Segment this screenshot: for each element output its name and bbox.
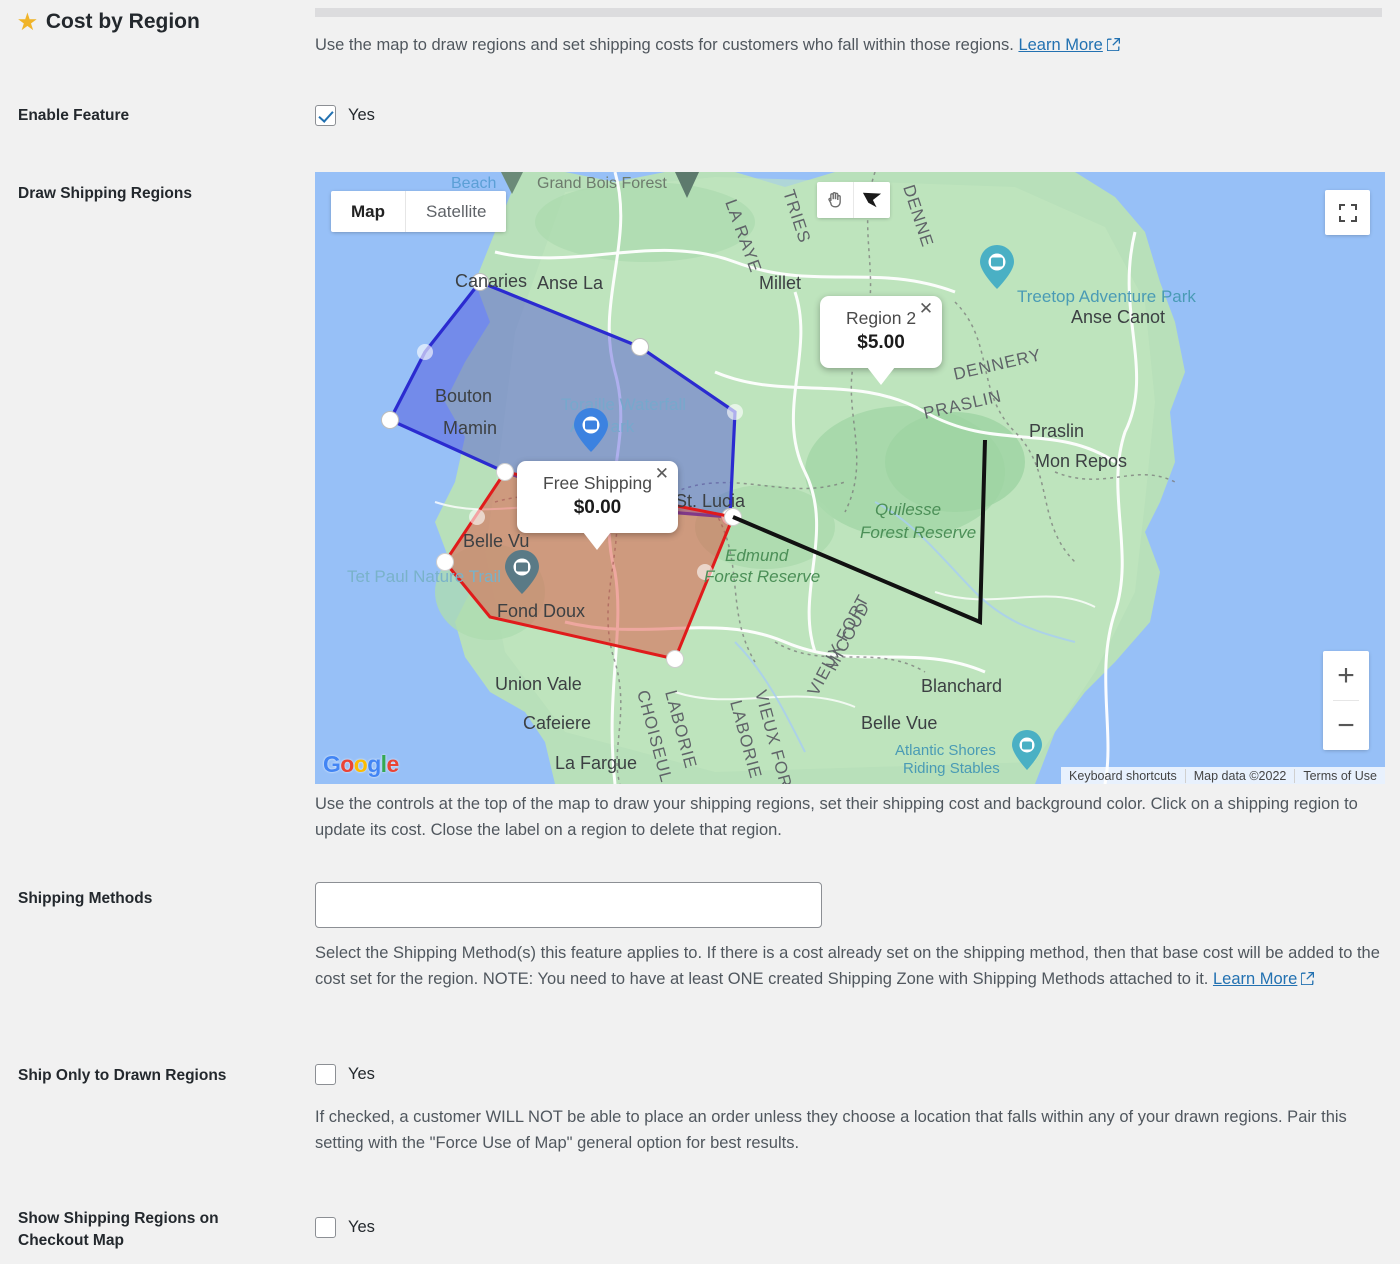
svg-text:Belle Vu: Belle Vu xyxy=(463,531,529,551)
enable-feature-checkbox-label: Yes xyxy=(348,106,375,124)
ship-only-drawn-regions-checkbox-label: Yes xyxy=(348,1065,375,1083)
page-title-text: Cost by Region xyxy=(45,10,200,33)
svg-text:Belle Vue: Belle Vue xyxy=(861,713,937,733)
shipping-regions-map[interactable]: Beach Grand Bois Forest Canaries Anse La… xyxy=(315,172,1385,784)
svg-text:Riding Stables: Riding Stables xyxy=(903,760,1000,777)
shipping-methods-label: Shipping Methods xyxy=(18,890,153,907)
intro-text: Use the map to draw regions and set ship… xyxy=(315,36,1014,54)
map-type-satellite-button[interactable]: Satellite xyxy=(406,191,506,232)
show-regions-checkout-checkbox-label: Yes xyxy=(348,1218,375,1236)
svg-text:Praslin: Praslin xyxy=(1029,421,1084,441)
svg-text:Blanchard: Blanchard xyxy=(921,676,1002,696)
page-title: ★ Cost by Region xyxy=(18,10,200,34)
pan-hand-icon[interactable] xyxy=(817,182,853,218)
svg-text:Quilesse: Quilesse xyxy=(875,500,941,519)
svg-text:Cafeiere: Cafeiere xyxy=(523,713,591,733)
ship-only-drawn-regions-field: Yes xyxy=(315,1064,375,1085)
enable-feature-label: Enable Feature xyxy=(18,107,130,124)
drawing-tools-control[interactable] xyxy=(817,182,890,218)
star-icon: ★ xyxy=(18,10,37,34)
show-regions-checkout-checkbox-wrap[interactable]: Yes xyxy=(315,1217,375,1238)
shipping-methods-learn-more-label: Learn More xyxy=(1212,970,1298,989)
enable-feature-checkbox[interactable] xyxy=(315,105,336,126)
map-type-map-button[interactable]: Map xyxy=(331,191,405,232)
fullscreen-button[interactable] xyxy=(1325,190,1370,235)
svg-text:Mon Repos: Mon Repos xyxy=(1035,451,1127,471)
svg-text:Mamin: Mamin xyxy=(443,418,497,438)
show-regions-checkout-field: Yes xyxy=(315,1217,375,1238)
svg-text:Edmund: Edmund xyxy=(725,546,789,565)
svg-text:Anse La: Anse La xyxy=(537,273,604,293)
region-label-bubble-1[interactable]: ✕ Region 2 $5.00 xyxy=(820,296,943,385)
svg-text:Toraille Waterfall: Toraille Waterfall xyxy=(561,395,686,414)
intro-learn-more-link[interactable]: Learn More xyxy=(1018,36,1120,54)
enable-feature-checkbox-wrap[interactable]: Yes xyxy=(315,105,375,126)
svg-text:St. Lucia: St. Lucia xyxy=(675,491,746,511)
zoom-in-button[interactable]: + xyxy=(1323,651,1369,700)
terms-of-use-link[interactable]: Terms of Use xyxy=(1294,768,1385,783)
enable-feature-field: Yes xyxy=(315,105,375,126)
map-canvas[interactable]: Beach Grand Bois Forest Canaries Anse La… xyxy=(315,172,1385,784)
svg-text:Bouton: Bouton xyxy=(435,386,492,406)
region-cost-2: $0.00 xyxy=(573,497,622,518)
polygon-draw-icon[interactable] xyxy=(854,182,890,218)
ship-only-drawn-regions-checkbox-wrap[interactable]: Yes xyxy=(315,1064,375,1085)
region-name-2: Free Shipping xyxy=(543,473,652,493)
intro-learn-more-label: Learn More xyxy=(1018,36,1103,54)
map-data-copyright: Map data ©2022 xyxy=(1184,768,1295,783)
svg-text:Forest Reserve: Forest Reserve xyxy=(704,567,820,586)
ship-only-drawn-regions-label: Ship Only to Drawn Regions xyxy=(18,1067,227,1084)
section-divider xyxy=(315,8,1382,17)
external-link-icon xyxy=(1106,38,1120,51)
svg-text:Anse Canot: Anse Canot xyxy=(1071,307,1165,327)
svg-text:Treetop Adventure Park: Treetop Adventure Park xyxy=(1017,287,1196,306)
shipping-methods-field[interactable] xyxy=(315,882,822,928)
svg-text:Tet Paul Nature Trail: Tet Paul Nature Trail xyxy=(347,567,501,586)
cost-by-region-settings-page: ★ Cost by Region Use the map to draw reg… xyxy=(0,0,1400,1264)
draw-shipping-regions-label: Draw Shipping Regions xyxy=(18,185,192,202)
map-attribution: Keyboard shortcuts Map data ©2022 Terms … xyxy=(1061,767,1385,784)
shipping-methods-learn-more-link[interactable]: Learn More xyxy=(1212,970,1315,989)
shipping-methods-help-text: Select the Shipping Method(s) this featu… xyxy=(315,940,1395,993)
close-icon[interactable]: ✕ xyxy=(655,465,669,482)
show-regions-checkout-checkbox[interactable] xyxy=(315,1217,336,1238)
google-logo: Google xyxy=(323,751,399,777)
zoom-out-button[interactable]: − xyxy=(1323,701,1369,750)
svg-text:Canaries: Canaries xyxy=(455,271,527,291)
draw-regions-help-text: Use the controls at the top of the map t… xyxy=(315,795,1358,840)
svg-text:La Fargue: La Fargue xyxy=(555,753,637,773)
shipping-methods-input[interactable] xyxy=(315,882,822,928)
ship-only-drawn-regions-checkbox[interactable] xyxy=(315,1064,336,1085)
zoom-controls[interactable]: + − xyxy=(1323,651,1369,750)
svg-text:Fond Doux: Fond Doux xyxy=(497,601,585,621)
svg-text:Atlantic Shores: Atlantic Shores xyxy=(895,742,996,759)
external-link-icon xyxy=(1301,972,1315,986)
region-name-1: Region 2 xyxy=(846,308,917,328)
svg-text:Union Vale: Union Vale xyxy=(495,674,582,694)
ship-only-drawn-regions-help-text: If checked, a customer WILL NOT be able … xyxy=(315,1108,1347,1153)
keyboard-shortcuts-link[interactable]: Keyboard shortcuts xyxy=(1061,769,1185,783)
svg-text:Grand Bois Forest: Grand Bois Forest xyxy=(537,175,667,192)
show-regions-checkout-label: Show Shipping Regions on Checkout Map xyxy=(18,1210,219,1250)
intro-description: Use the map to draw regions and set ship… xyxy=(315,33,1385,58)
svg-text:Millet: Millet xyxy=(759,273,801,293)
close-icon[interactable]: ✕ xyxy=(919,300,933,317)
region-label-bubble-2[interactable]: ✕ Free Shipping $0.00 xyxy=(517,461,678,550)
region-cost-1: $5.00 xyxy=(857,332,905,353)
svg-text:Beach: Beach xyxy=(451,175,496,192)
map-type-control[interactable]: Map Satellite xyxy=(331,191,507,232)
svg-text:Forest Reserve: Forest Reserve xyxy=(860,523,976,542)
